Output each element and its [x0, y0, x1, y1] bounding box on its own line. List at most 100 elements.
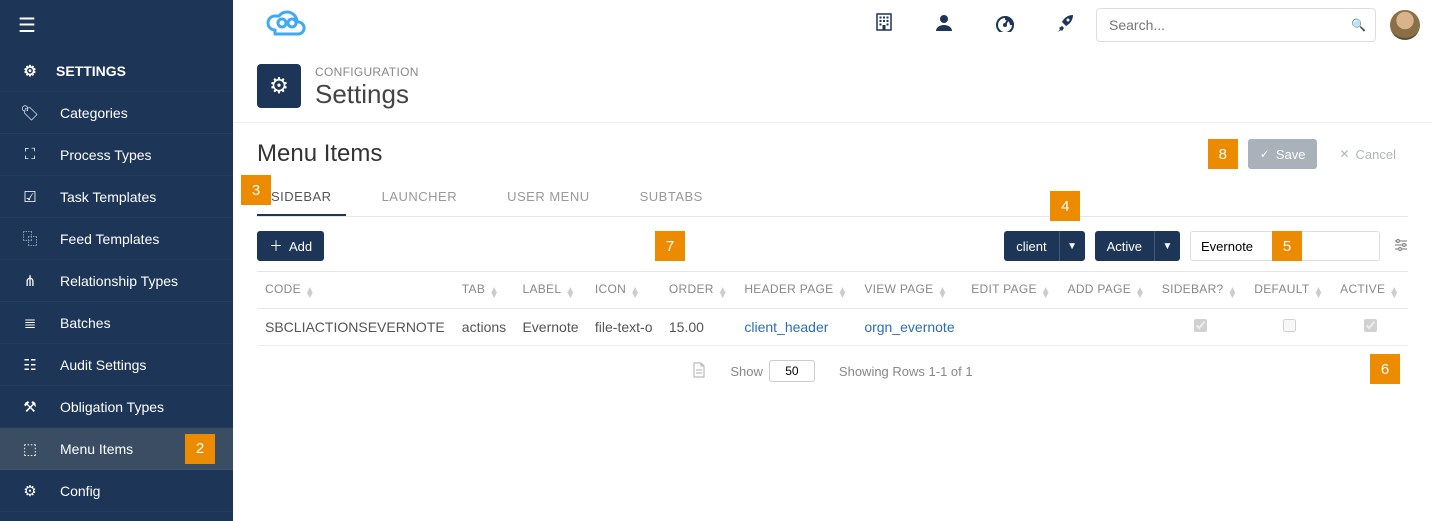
rocket-icon[interactable] [1056, 12, 1076, 38]
gear-icon: ⚙ [257, 64, 301, 108]
dashboard-icon[interactable] [994, 12, 1016, 38]
col-order[interactable]: ORDER▲▼ [661, 272, 736, 309]
sidebar: ⚙ SETTINGS 🏷 Categories ⛶ Process Types ☑ Tas… [0, 50, 233, 521]
main: ⚙ CONFIGURATION Settings Menu Items 8 ✓ … [233, 50, 1432, 521]
tab-subtabs[interactable]: SUBTABS [626, 179, 717, 216]
callout-2: 2 [185, 434, 215, 464]
check-icon: ✓ [1260, 147, 1270, 161]
chevron-down-icon[interactable]: ▼ [1154, 231, 1180, 261]
user-icon[interactable] [934, 12, 954, 38]
sidebar-item-menu-items[interactable]: ⬚ Menu Items 2 [0, 428, 233, 470]
callout-8: 8 [1208, 139, 1238, 169]
sort-icon[interactable]: ▲▼ [937, 288, 947, 298]
sidebar-item-label: Config [60, 483, 100, 499]
sidebar-item-label: Obligation Types [60, 399, 164, 415]
sort-icon[interactable]: ▲▼ [565, 288, 575, 298]
sort-icon[interactable]: ▲▼ [489, 288, 499, 298]
col-code[interactable]: CODE▲▼ [257, 272, 454, 309]
sidebar-item-feed-templates[interactable]: ⿻ Feed Templates [0, 218, 233, 260]
view-page-link[interactable]: orgn_evernote [864, 319, 954, 335]
pager: Show Showing Rows 1-1 of 1 6 [257, 360, 1408, 382]
sidebar-header[interactable]: ⚙ SETTINGS [0, 50, 233, 92]
col-view-page[interactable]: VIEW PAGE▲▼ [856, 272, 963, 309]
sidebar-header-label: SETTINGS [56, 63, 126, 79]
sidebar-item-batches[interactable]: ≣ Batches [0, 302, 233, 344]
sidebar-item-label: Batches [60, 315, 111, 331]
sidebar-item-obligation-types[interactable]: ⚒Obligation Types [0, 386, 233, 428]
sidebar-item-process-types[interactable]: ⛶ Process Types [0, 134, 233, 176]
sort-icon[interactable]: ▲▼ [1389, 288, 1399, 298]
status-dropdown[interactable]: Active ▼ [1095, 231, 1180, 261]
col-icon[interactable]: ICON▲▼ [587, 272, 661, 309]
save-button[interactable]: ✓ Save [1248, 139, 1318, 169]
close-icon: ✕ [1339, 147, 1349, 161]
page-size-select[interactable] [769, 360, 815, 382]
sort-icon[interactable]: ▲▼ [837, 288, 847, 298]
sort-icon[interactable]: ▲▼ [1228, 288, 1238, 298]
sidebar-item-label: Feed Templates [60, 231, 159, 247]
building-icon[interactable] [874, 12, 894, 38]
sidebar-item-label: Menu Items [60, 441, 133, 457]
col-default[interactable]: DEFAULT▲▼ [1246, 272, 1332, 309]
tabs: 3 SIDEBARLAUNCHERUSER MENUSUBTABS [257, 179, 1408, 217]
col-active[interactable]: ACTIVE▲▼ [1332, 272, 1408, 309]
sidebar-item-label: Categories [60, 105, 128, 121]
callout-7: 7 [655, 231, 685, 261]
cog-icon: ⚙ [18, 482, 42, 500]
sort-icon[interactable]: ▲▼ [630, 288, 640, 298]
copy-icon: ⿻ [18, 228, 42, 249]
check-square-icon: ☑ [18, 188, 42, 206]
search-input[interactable] [1096, 8, 1376, 42]
sort-icon[interactable]: ▲▼ [1313, 288, 1323, 298]
table-row[interactable]: SBCLIACTIONSEVERNOTEactionsEvernotefile-… [257, 309, 1408, 346]
default-checkbox [1283, 319, 1296, 332]
sort-icon[interactable]: ▲▼ [305, 288, 315, 298]
stack-icon: ≣ [18, 314, 42, 332]
tab-launcher[interactable]: LAUNCHER [368, 179, 472, 216]
sitemap-icon: ⛶ [18, 146, 42, 163]
sort-icon[interactable]: ▲▼ [718, 288, 728, 298]
callout-3: 3 [241, 175, 271, 205]
share-icon: ⋔ [18, 272, 42, 290]
plus-icon: ＋ [269, 236, 283, 256]
show-label: Show [730, 364, 763, 379]
gear-icon: ⚙ [18, 62, 42, 80]
sidebar-item-label: Relationship Types [60, 273, 178, 289]
export-icon[interactable] [692, 362, 706, 381]
section-title: Menu Items [257, 140, 382, 168]
col-add-page[interactable]: ADD PAGE▲▼ [1060, 272, 1154, 309]
topbar: ☰ 🔍 [0, 0, 1432, 50]
map-icon: ⬚ [18, 440, 42, 458]
pager-status: Showing Rows 1-1 of 1 [839, 364, 973, 379]
col-header-page[interactable]: HEADER PAGE▲▼ [736, 272, 856, 309]
sidebar-item-config[interactable]: ⚙ Config [0, 470, 233, 512]
chevron-down-icon[interactable]: ▼ [1059, 231, 1085, 261]
col-sidebar-[interactable]: SIDEBAR?▲▼ [1154, 272, 1246, 309]
avatar[interactable] [1390, 10, 1420, 40]
sidebar-item-label: Task Templates [60, 189, 156, 205]
cancel-button[interactable]: ✕ Cancel [1327, 139, 1408, 169]
tab-user-menu[interactable]: USER MENU [493, 179, 604, 216]
callout-5: 5 [1272, 231, 1302, 261]
toolbar: ＋ Add 7 client ▼ 4 Active ▼ [257, 231, 1408, 261]
sidebar-item-categories[interactable]: 🏷 Categories [0, 92, 233, 134]
sliders-icon[interactable] [1394, 238, 1408, 255]
tags-icon: 🏷 [18, 104, 42, 122]
add-button[interactable]: ＋ Add [257, 231, 324, 261]
col-label[interactable]: LABEL▲▼ [514, 272, 586, 309]
scope-dropdown[interactable]: client ▼ [1004, 231, 1084, 261]
sort-icon[interactable]: ▲▼ [1041, 288, 1051, 298]
sidebar-item-label: Process Types [60, 147, 152, 163]
sidebar-item-audit-settings[interactable]: ☷Audit Settings [0, 344, 233, 386]
data-table: CODE▲▼TAB▲▼LABEL▲▼ICON▲▼ORDER▲▼HEADER PA… [257, 271, 1408, 346]
col-edit-page[interactable]: EDIT PAGE▲▼ [963, 272, 1059, 309]
sidebar-item-relationship-types[interactable]: ⋔ Relationship Types [0, 260, 233, 302]
sidebar-item-task-templates[interactable]: ☑ Task Templates [0, 176, 233, 218]
header-page-link[interactable]: client_header [744, 319, 828, 335]
sidebar-checkbox [1194, 319, 1207, 332]
sort-icon[interactable]: ▲▼ [1135, 288, 1145, 298]
col-tab[interactable]: TAB▲▼ [454, 272, 515, 309]
breadcrumb: CONFIGURATION [315, 65, 419, 79]
hamburger-icon[interactable]: ☰ [18, 13, 36, 38]
app-logo [261, 10, 313, 36]
